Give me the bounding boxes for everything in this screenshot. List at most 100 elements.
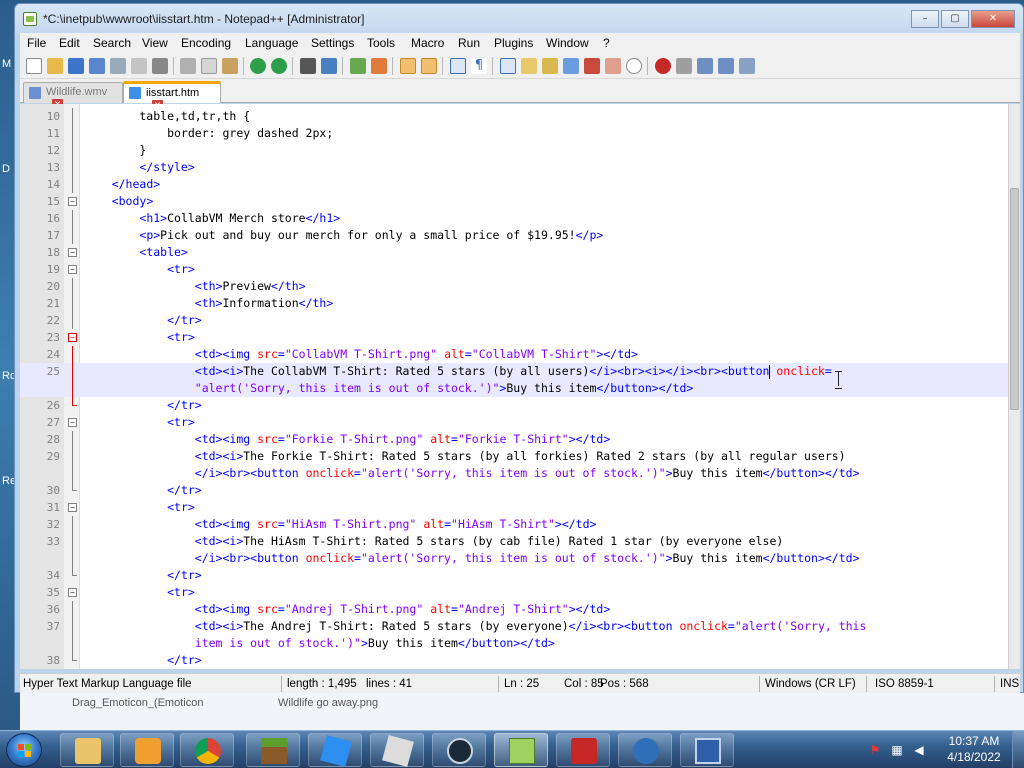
taskbar-notepad-plus-plus[interactable] [494, 733, 548, 767]
code-line[interactable]: 38 </tr> [20, 652, 1008, 669]
function-list-icon[interactable] [563, 58, 579, 74]
code-line[interactable]: 18− <table> [20, 244, 1008, 261]
taskbar-roblox[interactable] [370, 733, 424, 767]
clock-date[interactable]: 4/18/2022 [944, 750, 1004, 764]
sync-horizontal-icon[interactable] [421, 58, 437, 74]
folder-as-workspace-icon[interactable] [584, 58, 600, 74]
action-center-flag-icon[interactable]: ⚑ [868, 743, 882, 757]
fold-toggle-icon[interactable]: − [68, 588, 77, 597]
taskbar-minecraft[interactable] [246, 733, 300, 767]
code-line[interactable]: 24 <td><img src="CollabVM T-Shirt.png" a… [20, 346, 1008, 363]
menu-macro[interactable]: Macro [411, 36, 444, 50]
close-file-icon[interactable] [110, 58, 126, 74]
save-all-icon[interactable] [89, 58, 105, 74]
cut-icon[interactable] [180, 58, 196, 74]
new-file-icon[interactable] [26, 58, 42, 74]
play-macro-icon[interactable] [697, 58, 713, 74]
menu-plugins[interactable]: Plugins [494, 36, 533, 50]
code-line[interactable]: 34 </tr> [20, 567, 1008, 584]
fold-toggle-icon[interactable]: − [68, 418, 77, 427]
undo-icon[interactable] [250, 58, 266, 74]
network-icon[interactable]: ▦ [890, 743, 904, 757]
code-line[interactable]: 20 <th>Preview</th> [20, 278, 1008, 295]
code-line[interactable]: </i><br><button onclick="alert('Sorry, t… [20, 550, 1008, 567]
record-macro-icon[interactable] [655, 58, 671, 74]
volume-icon[interactable]: ◀ [912, 743, 926, 757]
menu-settings[interactable]: Settings [311, 36, 354, 50]
code-line[interactable]: 37 <td><i>The Andrej T-Shirt: Rated 5 st… [20, 618, 1008, 635]
word-wrap-icon[interactable] [450, 58, 466, 74]
menu-file[interactable]: File [27, 36, 46, 50]
fold-toggle-icon[interactable]: − [68, 333, 77, 342]
start-button[interactable] [6, 733, 42, 767]
code-line[interactable]: 17 <p>Pick out and buy our merch for onl… [20, 227, 1008, 244]
project-panel-icon[interactable] [605, 58, 621, 74]
minimize-button[interactable]: – [911, 10, 939, 28]
code-line[interactable]: 23− <tr> [20, 329, 1008, 346]
show-desktop-button[interactable] [1012, 731, 1024, 768]
taskbar-dhtml-editor[interactable] [556, 733, 610, 767]
tab-wildlife-wmv[interactable]: Wildlife.wmv ✕ [23, 82, 123, 110]
sync-vertical-icon[interactable] [400, 58, 416, 74]
menu-run[interactable]: Run [458, 36, 480, 50]
zoom-out-icon[interactable] [371, 58, 387, 74]
monitoring-icon[interactable] [626, 58, 642, 74]
menu-language[interactable]: Language [245, 36, 298, 50]
code-line[interactable]: 36 <td><img src="Andrej T-Shirt.png" alt… [20, 601, 1008, 618]
menu-view[interactable]: View [142, 36, 168, 50]
run-macro-multiple-icon[interactable] [718, 58, 734, 74]
save-macro-icon[interactable] [739, 58, 755, 74]
code-line[interactable]: item is out of stock.')">Buy this item</… [20, 635, 1008, 652]
open-file-icon[interactable] [47, 58, 63, 74]
scrollbar-thumb[interactable] [1010, 188, 1019, 410]
taskbar-media-player[interactable] [120, 733, 174, 767]
notepad-plus-plus-icon[interactable] [23, 12, 37, 26]
paste-icon[interactable] [222, 58, 238, 74]
code-line[interactable]: 29 <td><i>The Forkie T-Shirt: Rated 5 st… [20, 448, 1008, 465]
menu-encoding[interactable]: Encoding [181, 36, 231, 50]
fold-toggle-icon[interactable]: − [68, 265, 77, 274]
code-line[interactable]: 26 </tr> [20, 397, 1008, 414]
menu-tools[interactable]: Tools [367, 36, 395, 50]
document-map-icon[interactable] [542, 58, 558, 74]
code-line[interactable]: 19− <tr> [20, 261, 1008, 278]
code-line[interactable]: 13 </style> [20, 159, 1008, 176]
maximize-button[interactable]: ▢ [941, 10, 969, 28]
menu-help[interactable]: ? [603, 36, 610, 50]
code-editor[interactable]: 10 table,td,tr,th {11 border: grey dashe… [20, 104, 1008, 669]
code-line[interactable]: 12 } [20, 142, 1008, 159]
taskbar-file-explorer[interactable] [60, 733, 114, 767]
zoom-in-icon[interactable] [350, 58, 366, 74]
close-all-icon[interactable] [131, 58, 147, 74]
code-line[interactable]: 28 <td><img src="Forkie T-Shirt.png" alt… [20, 431, 1008, 448]
menu-window[interactable]: Window [546, 36, 589, 50]
taskbar-steam[interactable] [432, 733, 486, 767]
taskbar-roblox-studio[interactable] [308, 733, 362, 767]
code-line[interactable]: 16 <h1>CollabVM Merch store</h1> [20, 210, 1008, 227]
code-line[interactable]: 33 <td><i>The HiAsm T-Shirt: Rated 5 sta… [20, 533, 1008, 550]
fold-toggle-icon[interactable]: − [68, 248, 77, 257]
taskbar-remote-desktop[interactable] [680, 733, 734, 767]
code-line[interactable]: 30 </tr> [20, 482, 1008, 499]
close-button[interactable]: ✕ [971, 10, 1015, 28]
desktop-icon-label[interactable]: D [2, 163, 10, 175]
desktop-icon-label[interactable]: M [2, 58, 11, 70]
fold-toggle-icon[interactable]: − [68, 503, 77, 512]
code-line[interactable]: 14 </head> [20, 176, 1008, 193]
code-line[interactable]: 25 <td><i>The CollabVM T-Shirt: Rated 5 … [20, 363, 1008, 380]
user-language-icon[interactable] [521, 58, 537, 74]
menu-edit[interactable]: Edit [59, 36, 80, 50]
tab-iisstart-htm[interactable]: iisstart.htm ✕ [123, 81, 221, 111]
menu-search[interactable]: Search [93, 36, 131, 50]
clock-time[interactable]: 10:37 AM [944, 734, 1004, 748]
code-line[interactable]: 32 <td><img src="HiAsm T-Shirt.png" alt=… [20, 516, 1008, 533]
vertical-scrollbar[interactable] [1008, 104, 1020, 669]
code-line[interactable]: 11 border: grey dashed 2px; [20, 125, 1008, 142]
code-line[interactable]: </i><br><button onclick="alert('Sorry, t… [20, 465, 1008, 482]
fold-toggle-icon[interactable]: − [68, 197, 77, 206]
redo-icon[interactable] [271, 58, 287, 74]
code-line[interactable]: 31− <tr> [20, 499, 1008, 516]
show-all-characters-icon[interactable]: ¶ [471, 58, 487, 74]
find-icon[interactable] [300, 58, 316, 74]
save-icon[interactable] [68, 58, 84, 74]
